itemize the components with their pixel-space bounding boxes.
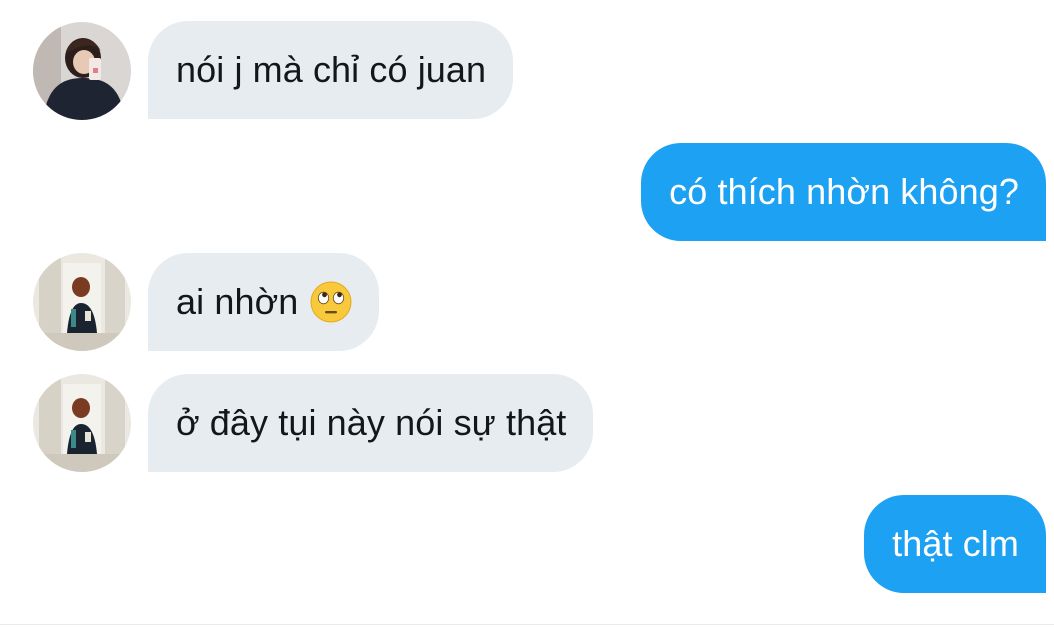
message-text: nói j mà chỉ có juan xyxy=(176,49,487,90)
message-row: thật clm xyxy=(0,495,1054,595)
avatar-photo xyxy=(33,22,131,120)
face-with-rolling-eyes-icon xyxy=(310,281,352,323)
message-text: ở đây tụi này nói sự thật xyxy=(176,402,567,443)
message-row: ai nhờn xyxy=(0,253,1054,353)
message-text: ai nhờn xyxy=(176,281,299,322)
avatar-photo xyxy=(33,253,131,351)
message-text: thật clm xyxy=(892,523,1019,564)
message-bubble-outgoing[interactable]: có thích nhờn không? xyxy=(641,143,1046,241)
message-row: nói j mà chỉ có juan xyxy=(0,21,1054,121)
message-bubble-incoming[interactable]: ai nhờn xyxy=(148,253,380,351)
avatar[interactable] xyxy=(33,253,131,351)
divider xyxy=(0,624,1054,625)
message-row: ở đây tụi này nói sự thật xyxy=(0,374,1054,474)
message-bubble-incoming[interactable]: ở đây tụi này nói sự thật xyxy=(148,374,594,472)
avatar-photo xyxy=(33,374,131,472)
message-row: có thích nhờn không? xyxy=(0,143,1054,243)
message-text: có thích nhờn không? xyxy=(669,171,1019,212)
avatar[interactable] xyxy=(33,22,131,120)
message-bubble-outgoing[interactable]: thật clm xyxy=(864,495,1046,593)
avatar[interactable] xyxy=(33,374,131,472)
message-bubble-incoming[interactable]: nói j mà chỉ có juan xyxy=(148,21,514,119)
